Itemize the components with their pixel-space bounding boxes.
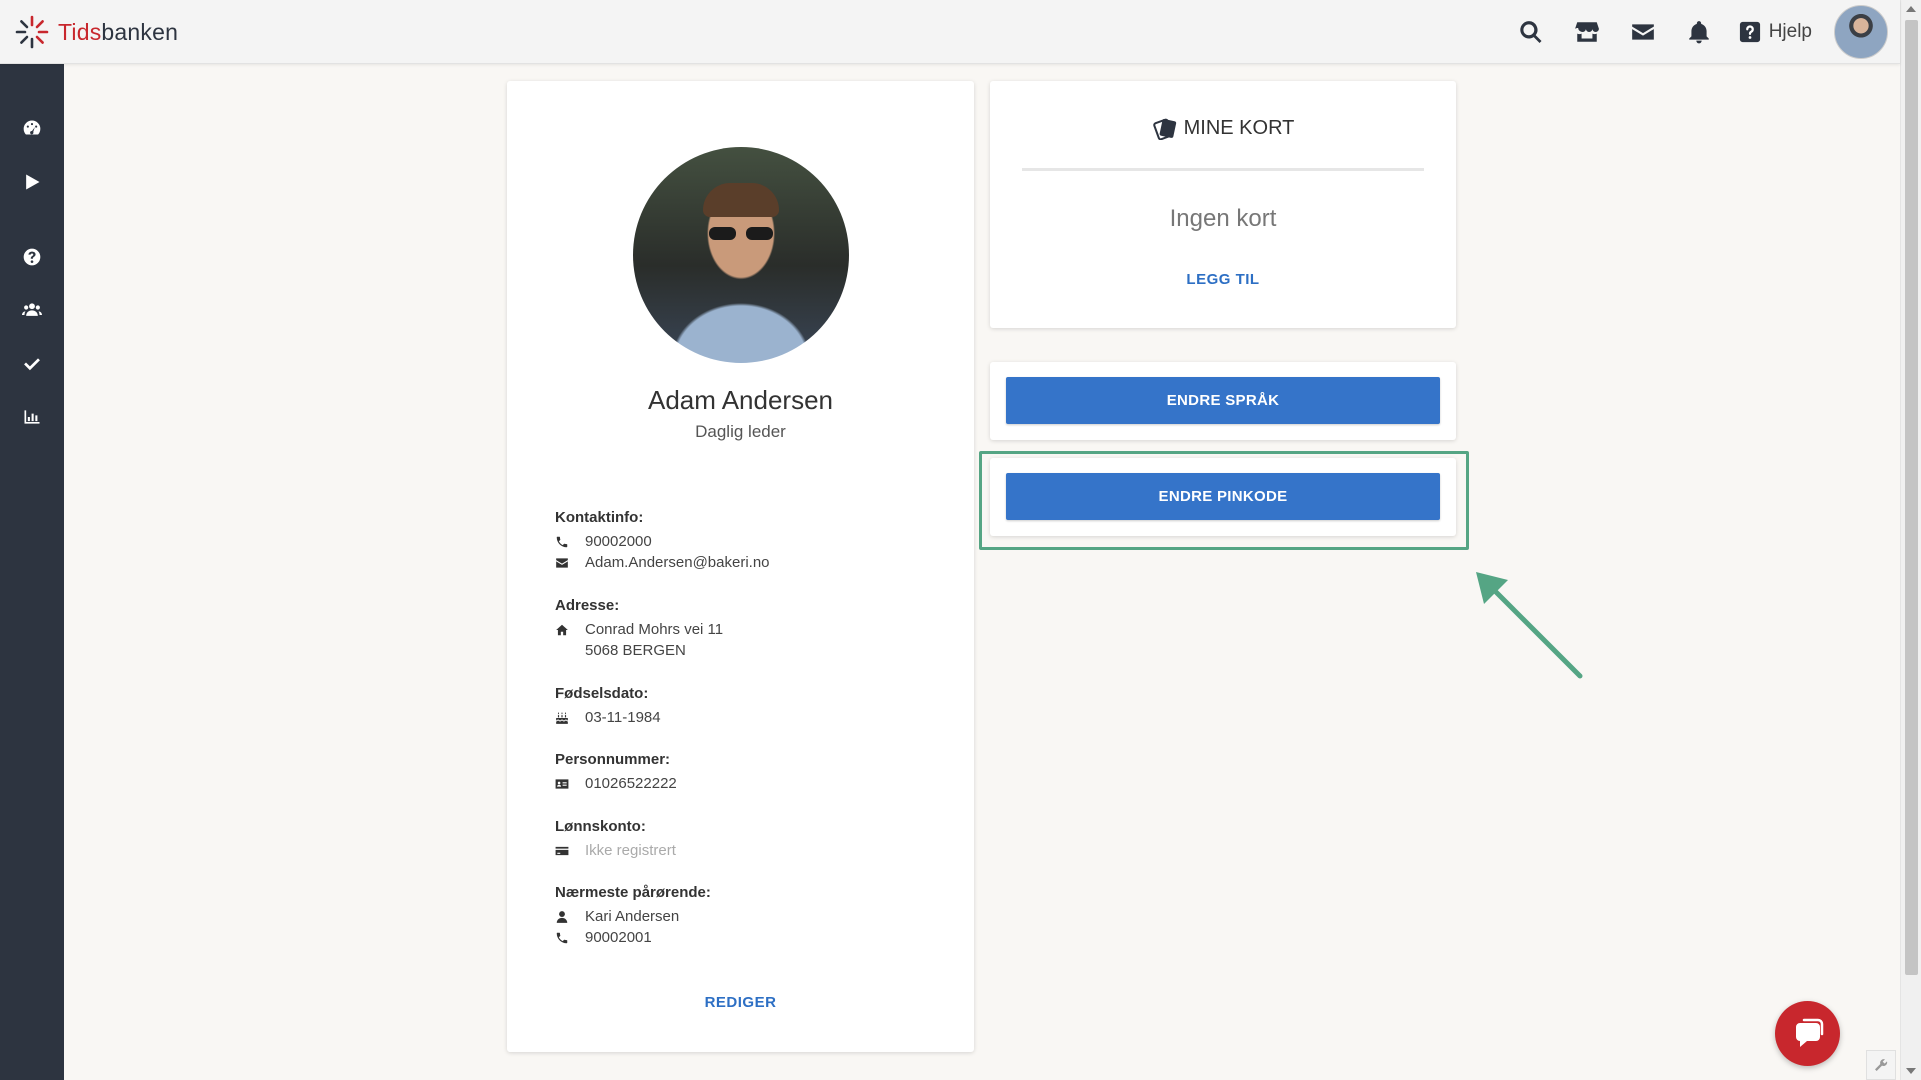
bank-row: Ikke registrert [555, 840, 935, 861]
top-bar: Tidsbanken Hjelp [0, 0, 1900, 64]
scroll-thumb[interactable] [1905, 20, 1918, 975]
personal-number-value: 01026522222 [585, 775, 677, 792]
search-icon[interactable] [1507, 8, 1555, 56]
mail-icon[interactable] [1619, 8, 1667, 56]
next-of-kin-section: Nærmeste pårørende: Kari Andersen 900020… [555, 884, 935, 948]
wrench-icon[interactable] [1866, 1050, 1896, 1080]
phone-icon [555, 535, 585, 549]
check-icon[interactable] [0, 342, 64, 386]
kin-name-row: Kari Andersen [555, 906, 935, 927]
envelope-icon [555, 556, 585, 570]
address-row: Conrad Mohrs vei 11 [555, 619, 935, 640]
annotation-arrow-icon [1476, 572, 1583, 679]
credit-card-icon [555, 844, 585, 858]
phone-row: 90002000 [555, 531, 935, 552]
logo-icon [15, 15, 49, 49]
personal-number-label: Personnummer: [555, 751, 671, 768]
scroll-down-arrow-icon[interactable] [1906, 1068, 1916, 1074]
birth-row: 03-11-1984 [555, 707, 935, 728]
birth-label: Fødselsdato: [555, 685, 649, 702]
home-icon [555, 623, 585, 637]
empty-cards-text: Ingen kort [1169, 205, 1277, 232]
birth-value: 03-11-1984 [585, 709, 661, 726]
dashboard-icon[interactable] [0, 106, 64, 150]
edit-profile-link[interactable]: REDIGER [507, 994, 974, 1011]
bank-label: Lønnskonto: [555, 818, 646, 835]
kin-phone-row: 90002001 [555, 927, 935, 948]
bank-section: Lønnskonto: Ikke registrert [555, 818, 935, 861]
my-cards-title-text: MINE KORT [1183, 117, 1295, 139]
kin-phone-value: 90002001 [585, 929, 652, 946]
email-row: Adam.Andersen@bakeri.no [555, 552, 935, 573]
next-of-kin-label: Nærmeste pårørende: [555, 884, 711, 901]
store-icon[interactable] [1563, 8, 1611, 56]
user-avatar[interactable] [1834, 5, 1888, 59]
chat-button[interactable] [1775, 1001, 1840, 1066]
sidebar [0, 64, 64, 1080]
scroll-up-arrow-icon[interactable] [1906, 6, 1916, 12]
id-card-icon [555, 777, 585, 791]
address-line1: Conrad Mohrs vei 11 [585, 621, 724, 638]
kin-name-value: Kari Andersen [585, 908, 680, 925]
profile-card: Adam Andersen Daglig leder Kontaktinfo: … [507, 81, 974, 1052]
address-label: Adresse: [555, 597, 620, 614]
change-language-card: ENDRE SPRÅK [990, 362, 1456, 440]
contact-label: Kontaktinfo: [555, 509, 644, 526]
help-button[interactable]: Hjelp [1739, 21, 1812, 43]
my-cards-card: MINE KORT Ingen kort LEGG TIL [990, 81, 1456, 328]
help-label: Hjelp [1768, 21, 1812, 42]
bank-value: Ikke registrert [585, 842, 676, 859]
email-value: Adam.Andersen@bakeri.no [585, 554, 770, 571]
profile-role: Daglig leder [695, 422, 786, 441]
question-icon[interactable] [0, 235, 64, 279]
top-icons: Hjelp [1503, 0, 1900, 64]
logo[interactable]: Tidsbanken [14, 14, 178, 50]
cake-icon [555, 711, 585, 725]
cards-icon [1152, 118, 1176, 140]
phone-value: 90002000 [585, 533, 652, 550]
chart-icon[interactable] [0, 395, 64, 439]
phone-icon [555, 931, 585, 945]
scrollbar[interactable] [1900, 0, 1921, 1080]
add-card-link[interactable]: LEGG TIL [990, 271, 1456, 288]
profile-photo [633, 147, 849, 363]
users-icon[interactable] [0, 288, 64, 332]
logo-text: Tidsbanken [58, 18, 179, 45]
personal-number-row: 01026522222 [555, 773, 935, 794]
highlight-frame [979, 451, 1469, 550]
change-language-button[interactable]: ENDRE SPRÅK [1006, 377, 1440, 424]
birth-section: Fødselsdato: 03-11-1984 [555, 685, 935, 728]
profile-name: Adam Andersen [647, 385, 833, 415]
my-cards-title: MINE KORT [990, 117, 1456, 140]
user-icon [555, 910, 585, 924]
bell-icon[interactable] [1675, 8, 1723, 56]
divider [1022, 168, 1424, 171]
help-icon [1739, 21, 1760, 43]
play-icon[interactable] [0, 160, 64, 204]
contact-section: Kontaktinfo: 90002000 Adam.Andersen@bake… [555, 509, 935, 573]
address-section: Adresse: Conrad Mohrs vei 11 5068 BERGEN [555, 597, 935, 661]
chat-bubble-icon [1795, 1018, 1823, 1047]
personal-number-section: Personnummer: 01026522222 [555, 751, 935, 794]
address-line2: 5068 BERGEN [585, 642, 686, 659]
